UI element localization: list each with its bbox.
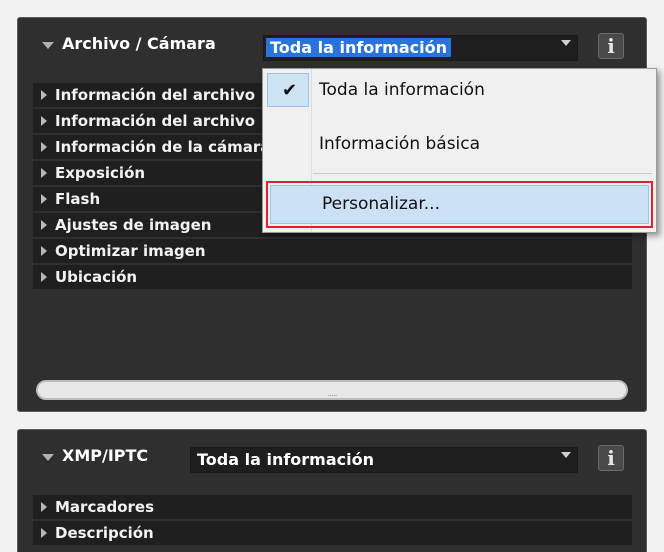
display-mode-value: Toda la información [197,450,374,469]
checkmark-icon: ✔ [282,80,298,101]
menu-item-basic-info[interactable]: Información básica [263,123,656,165]
list-item[interactable]: Ubicación [33,265,632,289]
menu-item-label: Toda la información [319,80,485,100]
panel-header: Archivo / Cámara Toda la información i [18,18,646,72]
list-item[interactable]: Descripción [33,521,632,545]
menu-item-label: Personalizar... [322,194,440,214]
expand-triangle-icon [41,194,47,204]
expand-triangle-icon [41,168,47,178]
list-item[interactable]: Optimizar imagen [33,239,632,263]
dropdown-arrow-icon [561,452,571,458]
expand-triangle-icon [41,142,47,152]
display-mode-select[interactable]: Toda la información [263,35,578,61]
checkmark-box: ✔ [267,73,309,107]
expand-triangle-icon [41,116,47,126]
metadata-panel-xmp-iptc: XMP/IPTC Toda la información i Marcadore… [17,429,647,552]
menu-separator [313,173,652,174]
info-icon[interactable]: i [598,445,624,471]
display-mode-value: Toda la información [266,38,451,57]
panel-header: XMP/IPTC Toda la información i [18,430,646,484]
expand-triangle-icon [41,246,47,256]
panel-title: Archivo / Cámara [62,34,216,53]
display-mode-dropdown-menu: ✔ Toda la información Información básica… [262,68,657,233]
metadata-category-list: Marcadores Descripción [33,495,632,547]
collapse-triangle-icon[interactable] [42,42,54,49]
scrollbar-grip[interactable]: ..... [327,389,337,399]
list-item[interactable]: Marcadores [33,495,632,519]
info-icon[interactable]: i [598,33,624,59]
collapse-triangle-icon[interactable] [42,454,54,461]
menu-item-customize[interactable]: Personalizar... [266,181,653,228]
expand-triangle-icon [41,502,47,512]
menu-item-label: Información básica [319,134,481,154]
horizontal-scrollbar[interactable]: ..... [36,380,628,400]
panel-title: XMP/IPTC [62,446,149,465]
dropdown-arrow-icon [561,40,571,46]
expand-triangle-icon [41,90,47,100]
expand-triangle-icon [41,220,47,230]
expand-triangle-icon [41,272,47,282]
expand-triangle-icon [41,528,47,538]
display-mode-select[interactable]: Toda la información [190,447,578,473]
menu-item-all-info[interactable]: ✔ Toda la información [263,69,656,111]
